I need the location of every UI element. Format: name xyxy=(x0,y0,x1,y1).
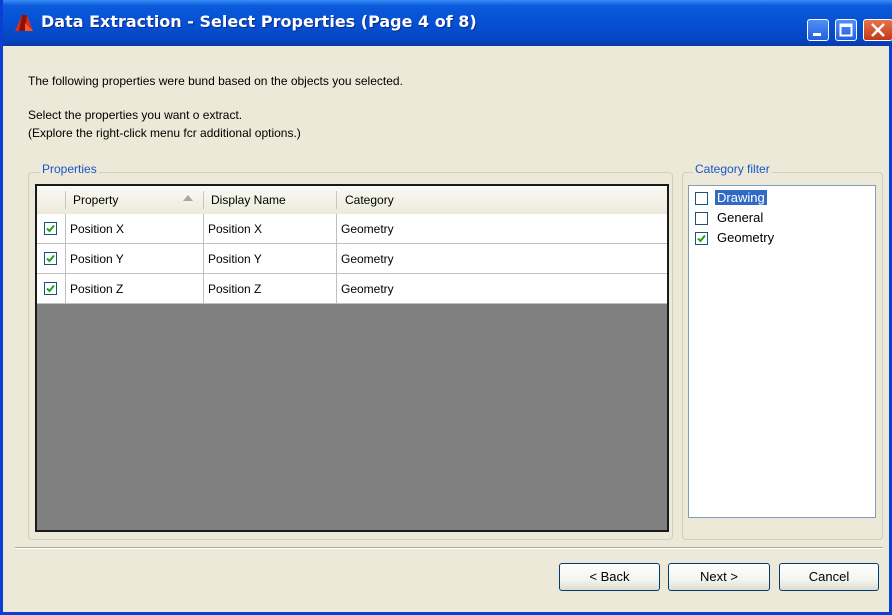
category-label: General xyxy=(717,210,764,225)
column-header-property[interactable]: Property xyxy=(73,193,118,207)
category-checkbox[interactable] xyxy=(695,212,708,225)
property-cell[interactable]: Position Y xyxy=(66,244,204,273)
intro-text-found: The following properties were bund based… xyxy=(28,74,403,88)
grid-header: Property Display Name Category xyxy=(37,186,667,215)
property-name: Position X xyxy=(70,222,125,236)
category-value: Geometry xyxy=(341,222,394,236)
maximize-button[interactable] xyxy=(835,19,857,41)
autocad-app-icon xyxy=(15,15,33,31)
checkmark-icon xyxy=(697,234,706,243)
checkmark-icon xyxy=(46,254,55,263)
close-icon xyxy=(871,23,885,37)
maximize-icon xyxy=(839,23,853,37)
category-cell[interactable]: Geometry xyxy=(337,214,667,243)
category-value: Geometry xyxy=(341,282,394,296)
properties-legend: Properties xyxy=(40,162,99,176)
row-checkbox[interactable] xyxy=(44,282,57,295)
display-name-cell[interactable]: Position Z xyxy=(204,274,337,303)
category-item-general[interactable]: General xyxy=(693,209,873,228)
footer-divider xyxy=(15,547,883,549)
row-checkbox-cell[interactable] xyxy=(37,274,66,303)
intro-text-select: Select the properties you want o extract… xyxy=(28,108,243,122)
next-button[interactable]: Next > xyxy=(668,563,770,591)
column-separator xyxy=(336,191,337,209)
sort-ascending-icon xyxy=(183,195,193,201)
category-label: Drawing xyxy=(715,190,767,205)
category-value: Geometry xyxy=(341,252,394,266)
display-name: Position Z xyxy=(208,282,262,296)
category-filter-legend: Category filter xyxy=(693,162,772,176)
checkmark-icon xyxy=(46,284,55,293)
display-name: Position Y xyxy=(208,252,262,266)
category-item-geometry[interactable]: Geometry xyxy=(693,229,873,248)
properties-grid[interactable]: Property Display Name Category Position … xyxy=(35,184,669,532)
minimize-icon xyxy=(813,33,821,36)
row-checkbox-cell[interactable] xyxy=(37,214,66,243)
column-separator xyxy=(203,191,204,209)
column-header-display-name[interactable]: Display Name xyxy=(211,193,286,207)
display-name-cell[interactable]: Position X xyxy=(204,214,337,243)
category-checkbox[interactable] xyxy=(695,232,708,245)
category-filter-list[interactable]: Drawing General Geometry xyxy=(688,185,876,518)
property-name: Position Y xyxy=(70,252,124,266)
column-separator xyxy=(65,191,66,209)
column-header-category[interactable]: Category xyxy=(345,193,394,207)
display-name-cell[interactable]: Position Y xyxy=(204,244,337,273)
category-checkbox[interactable] xyxy=(695,192,708,205)
property-cell[interactable]: Position Z xyxy=(66,274,204,303)
back-button[interactable]: < Back xyxy=(559,563,660,591)
cancel-button[interactable]: Cancel xyxy=(779,563,879,591)
data-extraction-dialog: Data Extraction - Select Properties (Pag… xyxy=(0,0,892,615)
table-row[interactable]: Position Y Position Y Geometry xyxy=(37,244,667,274)
row-checkbox-cell[interactable] xyxy=(37,244,66,273)
property-name: Position Z xyxy=(70,282,124,296)
table-row[interactable]: Position X Position X Geometry xyxy=(37,214,667,244)
title-bar[interactable]: Data Extraction - Select Properties (Pag… xyxy=(3,0,892,46)
row-checkbox[interactable] xyxy=(44,222,57,235)
window-title: Data Extraction - Select Properties (Pag… xyxy=(41,12,477,31)
category-cell[interactable]: Geometry xyxy=(337,274,667,303)
category-item-drawing[interactable]: Drawing xyxy=(693,189,873,208)
property-cell[interactable]: Position X xyxy=(66,214,204,243)
minimize-button[interactable] xyxy=(807,19,829,41)
category-label: Geometry xyxy=(717,230,775,245)
display-name: Position X xyxy=(208,222,263,236)
row-checkbox[interactable] xyxy=(44,252,57,265)
intro-text-explore: (Explore the right-click menu fcr additi… xyxy=(28,126,301,140)
category-cell[interactable]: Geometry xyxy=(337,244,667,273)
close-button[interactable] xyxy=(863,19,892,41)
table-row[interactable]: Position Z Position Z Geometry xyxy=(37,274,667,304)
checkmark-icon xyxy=(46,224,55,233)
